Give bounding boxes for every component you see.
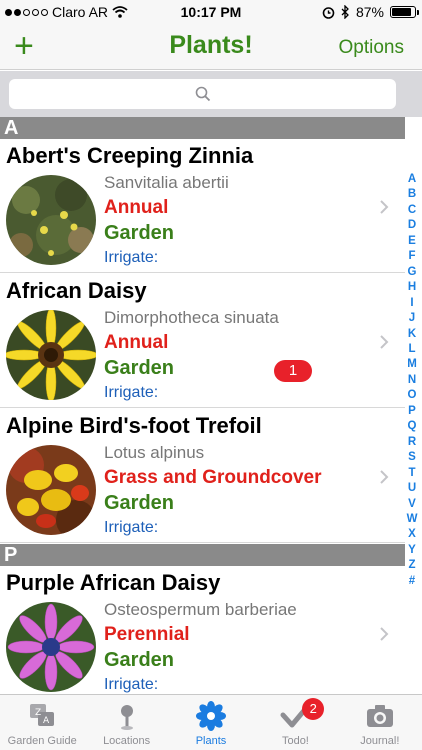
svg-text:A: A	[43, 716, 50, 726]
index-letter[interactable]: C	[408, 203, 416, 218]
chevron-right-icon	[380, 200, 389, 214]
irrigate-label: Irrigate:	[104, 249, 159, 266]
tab-label: Garden Guide	[7, 735, 77, 747]
garden-guide-icon: Z A	[30, 704, 55, 726]
navigation-bar: + Plants! Options	[0, 24, 422, 70]
plant-scientific-name: Lotus alpinus	[104, 443, 205, 462]
battery-icon	[390, 6, 419, 18]
index-letter[interactable]: Y	[408, 543, 416, 558]
index-letter[interactable]: L	[408, 342, 415, 357]
chevron-right-icon	[380, 627, 389, 641]
tab-locations[interactable]: Locations	[84, 695, 168, 750]
index-letter[interactable]: G	[408, 265, 417, 280]
search-icon	[195, 86, 211, 102]
tab-bar: Z A Garden Guide Locations Plants 2 Todo…	[0, 694, 422, 750]
index-letter[interactable]: U	[408, 481, 416, 496]
plant-location: Garden	[104, 492, 175, 514]
index-letter[interactable]: A	[408, 172, 416, 187]
tab-label: Todo!	[281, 735, 309, 747]
tab-todo[interactable]: 2 Todo!	[253, 695, 337, 750]
plant-type: Annual	[104, 197, 169, 218]
index-letter[interactable]: H	[408, 280, 416, 295]
section-header-a: A	[0, 117, 405, 139]
alarm-icon	[322, 6, 335, 19]
tab-plants[interactable]: Plants	[169, 695, 253, 750]
tab-label: Plants	[195, 735, 227, 747]
tab-label: Locations	[103, 735, 151, 747]
plant-photo	[6, 445, 96, 535]
index-letter[interactable]: W	[407, 512, 418, 527]
index-letter[interactable]: T	[408, 466, 415, 481]
camera-icon	[366, 705, 393, 727]
options-button[interactable]: Options	[339, 37, 404, 59]
flower-icon	[196, 701, 227, 731]
plant-scientific-name: Sanvitalia abertii	[104, 173, 229, 192]
plant-photo	[6, 175, 96, 265]
index-letter[interactable]: M	[407, 357, 417, 372]
todo-badge: 2	[302, 698, 325, 720]
plant-photo	[6, 310, 96, 400]
irrigate-label: Irrigate:	[104, 676, 159, 693]
index-letter[interactable]: V	[408, 497, 416, 512]
tab-journal[interactable]: Journal!	[338, 695, 422, 750]
irrigate-label: Irrigate:	[104, 519, 159, 536]
plant-type: Grass and Groundcover	[104, 467, 322, 488]
plant-location: Garden	[104, 357, 175, 379]
plant-name: Purple African Daisy	[6, 570, 221, 595]
plant-name: Abert's Creeping Zinnia	[6, 143, 254, 168]
alphabet-index[interactable]: A B C D E F G H I J K L M N O P Q R S T U V W X Y Z #	[404, 172, 420, 589]
index-letter[interactable]: J	[409, 311, 415, 326]
plant-location: Garden	[104, 222, 175, 244]
plant-row[interactable]: African Daisy Dimorphotheca sinuata Annu…	[0, 274, 405, 408]
search-input[interactable]	[9, 79, 396, 109]
battery-percent: 87%	[355, 4, 384, 20]
plant-location: Garden	[104, 649, 175, 671]
index-letter[interactable]: D	[408, 218, 416, 233]
plant-scientific-name: Dimorphotheca sinuata	[104, 308, 279, 327]
index-letter[interactable]: S	[408, 450, 416, 465]
index-letter[interactable]: Q	[408, 419, 417, 434]
index-letter[interactable]: B	[408, 187, 416, 202]
chevron-right-icon	[380, 470, 389, 484]
tab-garden-guide[interactable]: Z A Garden Guide	[0, 695, 84, 750]
index-letter[interactable]: X	[408, 527, 416, 542]
chevron-right-icon	[380, 335, 389, 349]
plant-photo	[6, 602, 96, 692]
bluetooth-icon	[341, 5, 349, 19]
todo-count-badge: 1	[274, 360, 312, 382]
svg-text:Z: Z	[35, 708, 41, 718]
index-letter[interactable]: Z	[408, 558, 415, 573]
plant-name: Alpine Bird's-foot Trefoil	[6, 413, 262, 438]
index-letter[interactable]: K	[408, 327, 416, 342]
plant-row[interactable]: Purple African Daisy Osteospermum barber…	[0, 566, 405, 694]
index-letter[interactable]: O	[408, 388, 417, 403]
irrigate-label: Irrigate:	[104, 384, 159, 401]
search-bar	[0, 71, 422, 117]
index-letter[interactable]: P	[408, 404, 416, 419]
tab-label: Journal!	[360, 735, 400, 747]
status-bar: Claro AR 10:17 PM 87%	[0, 0, 422, 24]
section-header-p: P	[0, 544, 405, 566]
status-right: 87%	[322, 4, 419, 20]
location-pin-icon	[120, 705, 133, 730]
index-letter[interactable]: #	[409, 574, 415, 589]
plant-scientific-name: Osteospermum barberiae	[104, 600, 297, 619]
plant-name: African Daisy	[6, 278, 147, 303]
index-letter[interactable]: R	[408, 435, 416, 450]
plant-row[interactable]: Abert's Creeping Zinnia Sanvitalia abert…	[0, 139, 405, 273]
index-letter[interactable]: E	[408, 234, 416, 249]
plant-type: Annual	[104, 332, 169, 353]
index-letter[interactable]: N	[408, 373, 416, 388]
index-letter[interactable]: I	[410, 296, 413, 311]
plant-type: Perennial	[104, 624, 190, 645]
plant-row[interactable]: Alpine Bird's-foot Trefoil Lotus alpinus…	[0, 409, 405, 543]
index-letter[interactable]: F	[408, 249, 415, 264]
